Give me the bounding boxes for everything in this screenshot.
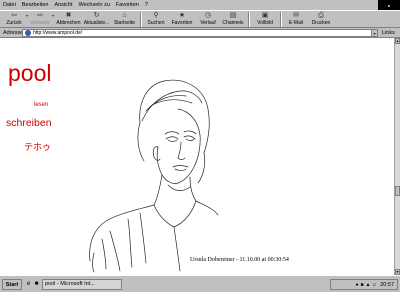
fullscreen-button[interactable]: ▣ Vollbild bbox=[252, 11, 278, 28]
system-tray: ● ■ ▲ ♫ 20:57 bbox=[330, 279, 398, 290]
toolbar-separator bbox=[140, 12, 142, 27]
refresh-icon: ↻ bbox=[93, 12, 100, 19]
print-button-label: Drucken bbox=[311, 20, 331, 26]
menu-help[interactable]: ? bbox=[142, 0, 151, 10]
menu-bearbeiten[interactable]: Bearbeiten bbox=[19, 0, 52, 10]
clock[interactable]: 20:57 bbox=[380, 282, 394, 288]
menu-ansicht[interactable]: Ansicht bbox=[51, 0, 75, 10]
print-icon: ⎙ bbox=[318, 12, 324, 19]
address-label: Adresse bbox=[3, 30, 24, 36]
nav-link-lesen[interactable]: lesen bbox=[34, 102, 48, 108]
search-icon: ⚲ bbox=[153, 12, 159, 19]
print-button[interactable]: ⎙ Drucken bbox=[308, 11, 334, 28]
mail-button-label: E-Mail bbox=[288, 20, 304, 26]
history-button[interactable]: ◷ Verlauf bbox=[196, 11, 220, 28]
back-arrow-icon: ⇦ bbox=[11, 12, 17, 19]
taskbar: Start e ■ pool - Microsoft Int... ● ■ ▲ … bbox=[0, 275, 400, 292]
channels-button[interactable]: ▤ Channels bbox=[220, 11, 246, 28]
page-content: pool lesen schreiben テホゥ Ursula Doberein… bbox=[0, 38, 394, 275]
toolbar-separator bbox=[280, 12, 282, 27]
stop-button[interactable]: ✖ Abbrechen bbox=[55, 11, 82, 28]
history-icon: ◷ bbox=[204, 12, 212, 19]
fullscreen-button-label: Vollbild bbox=[257, 20, 273, 26]
speaker-icon[interactable]: ♫ bbox=[372, 282, 376, 288]
search-button[interactable]: ⚲ Suchen bbox=[144, 11, 168, 28]
address-input[interactable]: http://www.ampool.de/ bbox=[22, 29, 378, 37]
stop-icon: ✖ bbox=[65, 12, 72, 19]
menu-wechseln-zu[interactable]: Wechseln zu bbox=[76, 0, 113, 10]
back-button-label: Zurück bbox=[6, 20, 22, 26]
ie-quicklaunch-icon[interactable]: e bbox=[25, 281, 32, 288]
taskbar-window-button[interactable]: pool - Microsoft Int... bbox=[42, 279, 122, 290]
nav-link-schreiben[interactable]: schreiben bbox=[6, 117, 52, 129]
refresh-button-label: Aktualisie... bbox=[83, 20, 110, 26]
history-button-label: Verlauf bbox=[200, 20, 216, 26]
scroll-up-arrow[interactable]: ▴ bbox=[395, 38, 400, 44]
vertical-scrollbar[interactable]: ▴ ▾ bbox=[394, 38, 400, 275]
desktop-quicklaunch-icon[interactable]: ■ bbox=[33, 281, 40, 288]
fullscreen-icon: ▣ bbox=[261, 12, 269, 19]
mail-button[interactable]: ✉ E-Mail bbox=[284, 11, 308, 28]
channels-icon: ▤ bbox=[229, 12, 237, 19]
forward-arrow-icon: ⇨ bbox=[37, 12, 43, 19]
chevron-down-icon: ▾ bbox=[396, 269, 399, 274]
image-caption: Ursula Dobereiner - 11.10.00 at 00:30:54 bbox=[190, 257, 289, 263]
address-dropdown-button[interactable]: ▾ bbox=[371, 29, 378, 37]
address-bar: Adresse http://www.ampool.de/ ▾ Links bbox=[0, 28, 400, 38]
start-button[interactable]: Start bbox=[2, 279, 22, 290]
scroll-thumb[interactable] bbox=[395, 186, 400, 196]
home-button-label: Startseite bbox=[113, 20, 136, 26]
channels-button-label: Channels bbox=[222, 20, 244, 26]
mail-icon: ✉ bbox=[293, 12, 299, 19]
refresh-button[interactable]: ↻ Aktualisie... bbox=[82, 11, 111, 28]
chevron-down-icon: ▾ bbox=[373, 30, 376, 36]
page-icon bbox=[25, 30, 31, 36]
home-icon: ⌂ bbox=[122, 12, 127, 19]
menu-favoriten[interactable]: Favoriten bbox=[113, 0, 142, 10]
favorites-icon: ★ bbox=[178, 12, 186, 19]
favorites-button[interactable]: ★ Favoriten bbox=[168, 11, 196, 28]
stop-button-label: Abbrechen bbox=[56, 20, 81, 26]
address-url[interactable]: http://www.ampool.de/ bbox=[33, 30, 82, 37]
toolbar-separator bbox=[248, 12, 250, 27]
nav-link-kana[interactable]: テホゥ bbox=[24, 140, 51, 153]
portrait-line-drawing bbox=[89, 79, 219, 273]
toolbar: ⇦ Zurück ▾ ⇨ Vorwärts ▾ ✖ Abbrechen ↻ Ak… bbox=[0, 10, 400, 28]
menu-datei[interactable]: Datei bbox=[0, 0, 19, 10]
ie-throbber-logo: ● bbox=[378, 0, 400, 10]
favorites-button-label: Favoriten bbox=[171, 20, 193, 26]
search-button-label: Suchen bbox=[147, 20, 165, 26]
menu-bar: Datei Bearbeiten Ansicht Wechseln zu Fav… bbox=[0, 0, 400, 10]
links-button[interactable]: Links bbox=[382, 29, 395, 37]
forward-button-label: Vorwärts bbox=[30, 20, 50, 26]
home-button[interactable]: ⌂ Startseite bbox=[111, 11, 138, 28]
tray-icon[interactable]: ● bbox=[355, 282, 358, 288]
tray-icon[interactable]: ▲ bbox=[366, 282, 371, 288]
tray-icon[interactable]: ■ bbox=[361, 282, 364, 288]
site-logo[interactable]: pool bbox=[8, 60, 51, 86]
chevron-up-icon: ▴ bbox=[396, 38, 399, 43]
